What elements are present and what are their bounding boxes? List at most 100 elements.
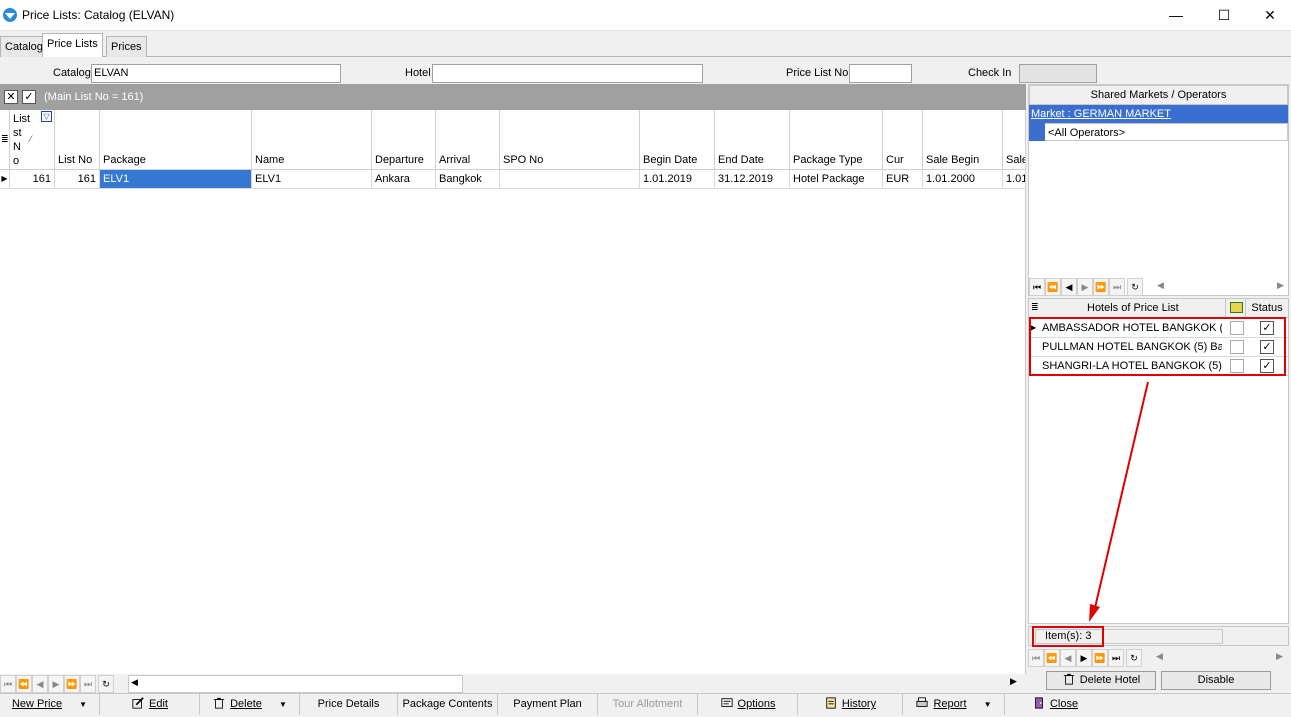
price-list-no-input[interactable] bbox=[849, 64, 912, 83]
price-details-button[interactable]: Price Details bbox=[300, 694, 398, 715]
first-record-button[interactable]: ⏮ bbox=[0, 675, 16, 693]
history-button[interactable]: History bbox=[798, 694, 903, 715]
scroll-left-icon[interactable]: ◀ bbox=[1156, 651, 1163, 662]
scroll-left-icon[interactable]: ◀ bbox=[131, 677, 138, 688]
last-record-button[interactable]: ⏭ bbox=[1109, 278, 1125, 296]
col-header-arrival[interactable]: Arrival bbox=[436, 110, 500, 170]
list-options-icon[interactable]: ≣ bbox=[1031, 302, 1039, 313]
hotel-row[interactable]: ▶ AMBASSADOR HOTEL BANGKOK (5 ✓ bbox=[1029, 319, 1288, 338]
table-cell[interactable]: 161 bbox=[55, 170, 100, 189]
prev-record-button[interactable]: ◀ bbox=[1061, 278, 1077, 296]
col-header-departure[interactable]: Departure bbox=[372, 110, 436, 170]
options-button[interactable]: Options bbox=[698, 694, 798, 715]
market-row[interactable]: Market : GERMAN MARKET bbox=[1029, 105, 1288, 123]
refresh-icon[interactable]: ↻ bbox=[1126, 649, 1142, 667]
table-cell[interactable]: Bangkok bbox=[436, 170, 500, 189]
scroll-right-icon[interactable]: ▶ bbox=[1010, 676, 1017, 687]
table-cell[interactable]: 161 bbox=[10, 170, 55, 189]
payment-plan-button[interactable]: Payment Plan bbox=[498, 694, 598, 715]
next-page-button[interactable]: ⏩ bbox=[1092, 649, 1108, 667]
tab-prices[interactable]: Prices bbox=[106, 36, 147, 57]
prev-page-button[interactable]: ⏪ bbox=[1044, 649, 1060, 667]
delete-hotel-button[interactable]: Delete Hotel bbox=[1046, 671, 1156, 690]
hotel-row[interactable]: PULLMAN HOTEL BANGKOK (5) Ban ✓ bbox=[1029, 338, 1288, 357]
flag-checkbox[interactable] bbox=[1230, 340, 1244, 354]
check-in-input[interactable] bbox=[1019, 64, 1097, 83]
col-header-package-type[interactable]: Package Type bbox=[790, 110, 883, 170]
check-icon[interactable]: ✓ bbox=[22, 90, 36, 104]
row-indicator-icon: ▶ bbox=[0, 170, 10, 189]
filter-icon[interactable]: ▽ bbox=[41, 111, 52, 122]
next-page-button[interactable]: ⏩ bbox=[64, 675, 80, 693]
close-button[interactable]: Close bbox=[1005, 694, 1105, 715]
tab-catalog[interactable]: Catalog bbox=[0, 36, 48, 57]
tab-price-lists[interactable]: Price Lists bbox=[42, 33, 103, 57]
delete-button[interactable]: Delete ▼ bbox=[200, 694, 300, 715]
col-header-begin-date[interactable]: Begin Date bbox=[640, 110, 715, 170]
flag-column-header[interactable] bbox=[1225, 299, 1245, 318]
hotel-row[interactable]: SHANGRI-LA HOTEL BANGKOK (5) B ✓ bbox=[1029, 357, 1288, 376]
disable-button[interactable]: Disable bbox=[1161, 671, 1271, 690]
operator-row[interactable]: <All Operators> bbox=[1029, 123, 1288, 141]
report-button[interactable]: Report ▼ bbox=[903, 694, 1005, 715]
next-page-button[interactable]: ⏩ bbox=[1093, 278, 1109, 296]
col-header-sale-begin[interactable]: Sale Begin bbox=[923, 110, 1003, 170]
minimize-button[interactable]: — bbox=[1153, 0, 1199, 31]
first-record-button[interactable]: ⏮ bbox=[1029, 278, 1045, 296]
table-cell[interactable]: Ankara bbox=[372, 170, 436, 189]
table-cell[interactable]: Hotel Package bbox=[790, 170, 883, 189]
table-cell[interactable]: 1.01.2019 bbox=[640, 170, 715, 189]
next-record-button[interactable]: ▶ bbox=[1077, 278, 1093, 296]
scroll-left-icon[interactable]: ◀ bbox=[1157, 280, 1164, 291]
table-cell[interactable]: 1.01 bbox=[1003, 170, 1026, 189]
table-cell[interactable] bbox=[500, 170, 640, 189]
prev-record-button[interactable]: ◀ bbox=[1060, 649, 1076, 667]
flag-checkbox[interactable] bbox=[1230, 359, 1244, 373]
col-header-list-no[interactable]: List No bbox=[55, 110, 100, 170]
package-contents-button[interactable]: Package Contents bbox=[398, 694, 498, 715]
last-record-button[interactable]: ⏭ bbox=[1108, 649, 1124, 667]
refresh-icon[interactable]: ↻ bbox=[98, 675, 114, 693]
options-icon bbox=[720, 698, 733, 707]
prev-record-button[interactable]: ◀ bbox=[32, 675, 48, 693]
col-header-spo-no[interactable]: SPO No bbox=[500, 110, 640, 170]
table-cell[interactable]: 1.01.2000 bbox=[923, 170, 1003, 189]
col-header-name[interactable]: Name bbox=[252, 110, 372, 170]
table-cell[interactable]: ELV1 bbox=[252, 170, 372, 189]
col-header-end-date[interactable]: End Date bbox=[715, 110, 790, 170]
status-checkbox[interactable]: ✓ bbox=[1260, 359, 1274, 373]
status-checkbox[interactable]: ✓ bbox=[1260, 321, 1274, 335]
prev-page-button[interactable]: ⏪ bbox=[1045, 278, 1061, 296]
col-header-sale[interactable]: Sale bbox=[1003, 110, 1026, 170]
table-cell[interactable]: 31.12.2019 bbox=[715, 170, 790, 189]
refresh-icon[interactable]: ↻ bbox=[1127, 278, 1143, 296]
prev-page-button[interactable]: ⏪ bbox=[16, 675, 32, 693]
col-header-cur[interactable]: Cur bbox=[883, 110, 923, 170]
catalog-input[interactable]: ELVAN bbox=[91, 64, 341, 83]
maximize-button[interactable]: ☐ bbox=[1201, 0, 1247, 31]
status-checkbox[interactable]: ✓ bbox=[1260, 340, 1274, 354]
status-header[interactable]: Status bbox=[1245, 299, 1288, 318]
last-record-button[interactable]: ⏭ bbox=[80, 675, 96, 693]
col-header-package[interactable]: Package bbox=[100, 110, 252, 170]
list-options-icon[interactable]: ≣ bbox=[1, 134, 9, 145]
scroll-right-icon[interactable]: ▶ bbox=[1277, 280, 1284, 291]
flag-checkbox[interactable] bbox=[1230, 321, 1244, 335]
shared-markets-title: Shared Markets / Operators bbox=[1029, 85, 1288, 105]
col-header-list-no-main[interactable]: List st N o ▽ ⁄ bbox=[10, 110, 55, 170]
chevron-down-icon[interactable]: ▼ bbox=[79, 700, 87, 709]
table-cell[interactable]: EUR bbox=[883, 170, 923, 189]
next-record-button[interactable]: ▶ bbox=[48, 675, 64, 693]
chevron-down-icon[interactable]: ▼ bbox=[279, 700, 287, 709]
table-cell-selected[interactable]: ELV1 bbox=[100, 170, 252, 189]
close-window-button[interactable]: ✕ bbox=[1247, 0, 1291, 31]
close-x-icon[interactable]: ✕ bbox=[4, 90, 18, 104]
horizontal-scrollbar[interactable]: ◀ bbox=[128, 675, 463, 693]
hotel-input[interactable] bbox=[432, 64, 703, 83]
new-price-button[interactable]: New Price ▼ bbox=[0, 694, 100, 715]
next-record-button[interactable]: ▶ bbox=[1076, 649, 1092, 667]
first-record-button[interactable]: ⏮ bbox=[1028, 649, 1044, 667]
chevron-down-icon[interactable]: ▼ bbox=[984, 700, 992, 709]
scroll-right-icon[interactable]: ▶ bbox=[1276, 651, 1283, 662]
edit-button[interactable]: Edit bbox=[100, 694, 200, 715]
